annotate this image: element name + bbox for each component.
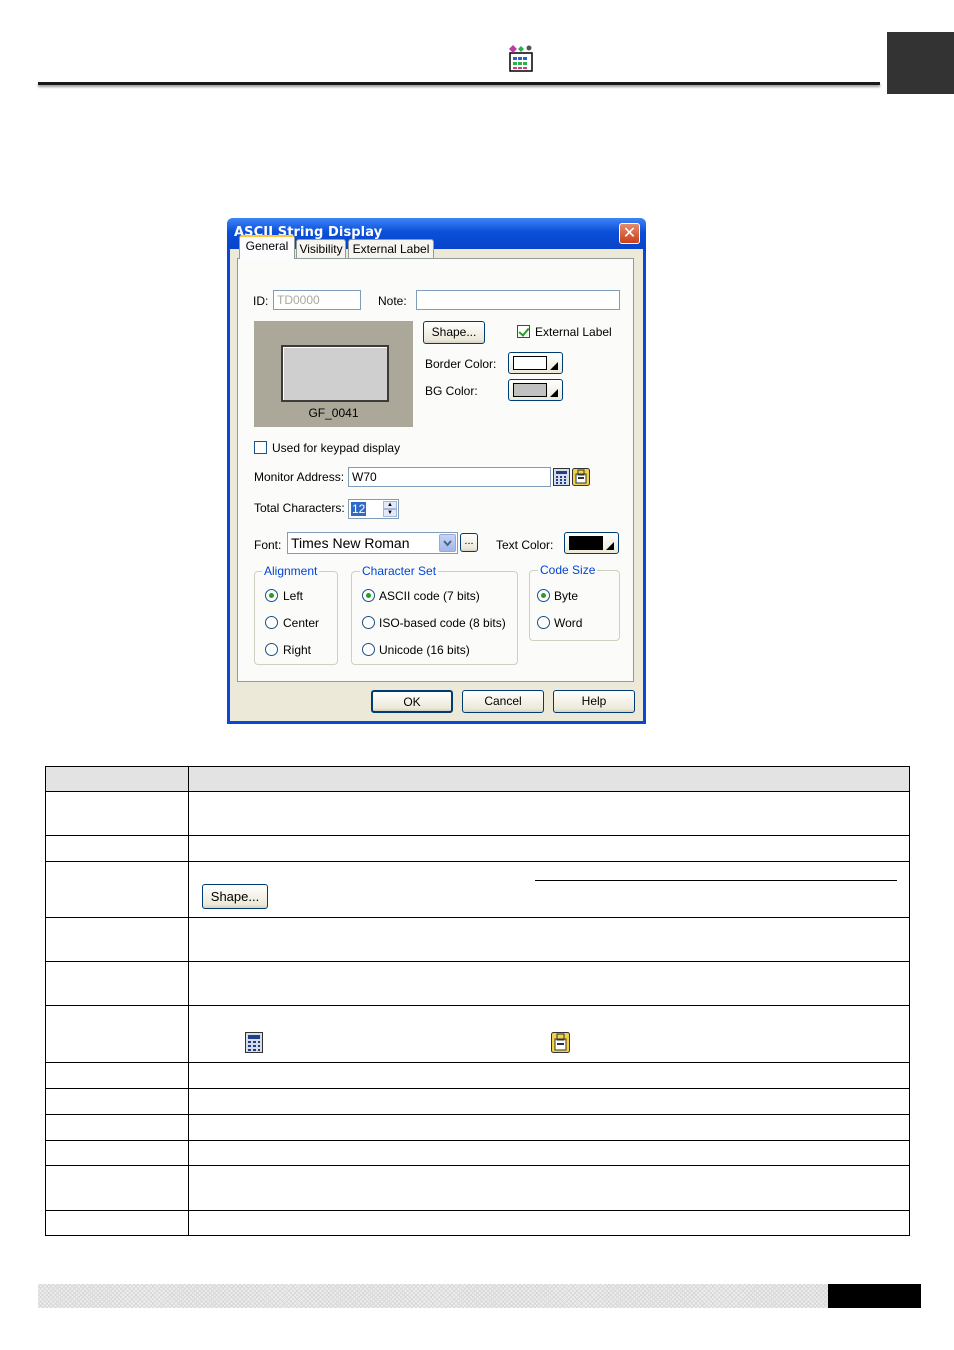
alignment-left-label: Left <box>283 589 304 603</box>
border-color-swatch <box>513 356 547 370</box>
total-characters-label: Total Characters: <box>254 501 345 515</box>
table-row <box>45 1062 910 1089</box>
id-field[interactable]: TD0000 <box>273 290 361 310</box>
table-row <box>45 1088 910 1115</box>
alignment-left-radio[interactable] <box>265 589 278 602</box>
text-color-label: Text Color: <box>496 538 554 552</box>
table-row <box>45 961 910 1006</box>
tag-lookup-icon[interactable] <box>572 468 590 486</box>
dropdown-arrow-icon <box>550 389 558 397</box>
tab-visibility[interactable]: Visibility <box>296 239 346 258</box>
font-select[interactable]: Times New Roman <box>287 532 458 554</box>
bg-color-label: BG Color: <box>425 384 478 398</box>
table-row <box>45 1114 910 1141</box>
ok-button[interactable]: OK <box>371 690 453 713</box>
alignment-center-radio[interactable] <box>265 616 278 629</box>
footer-band <box>38 1284 828 1308</box>
monitor-address-input[interactable]: W70 <box>348 467 551 487</box>
shape-preview: GF_0041 <box>254 321 413 427</box>
bg-color-picker[interactable] <box>508 379 563 401</box>
alignment-center-label: Center <box>283 616 320 630</box>
spin-up-icon[interactable]: ▲ <box>383 501 397 509</box>
calculator-icon <box>245 1032 263 1053</box>
alignment-group-title: Alignment <box>262 564 320 578</box>
header-rule <box>38 82 880 85</box>
code-size-group <box>529 570 620 641</box>
font-select-value: Times New Roman <box>291 535 410 551</box>
table-row <box>45 835 910 862</box>
table-row: Shape... <box>45 861 910 918</box>
monitor-address-label: Monitor Address: <box>254 470 345 484</box>
calculator-icon[interactable] <box>553 468 570 486</box>
character-set-group-title: Character Set <box>360 564 439 578</box>
link-underline <box>535 880 897 881</box>
external-label-checkbox-label: External Label <box>535 325 612 339</box>
code-size-word-radio[interactable] <box>537 616 550 629</box>
shape-preview-frame <box>281 345 389 402</box>
tab-general[interactable]: General <box>239 235 295 259</box>
bg-color-swatch <box>513 383 547 397</box>
keypad-display-label: Used for keypad display <box>272 441 401 455</box>
alignment-right-label: Right <box>283 643 312 657</box>
code-size-word-label: Word <box>554 616 583 630</box>
charset-iso-label: ISO-based code (8 bits) <box>379 616 506 630</box>
table-row <box>45 1210 910 1236</box>
font-more-button[interactable]: ... <box>460 533 478 552</box>
keypad-display-checkbox[interactable] <box>254 441 267 454</box>
tag-lookup-icon <box>551 1032 570 1053</box>
shape-preview-name: GF_0041 <box>308 406 359 420</box>
text-color-picker[interactable] <box>564 532 619 554</box>
table-row <box>45 1140 910 1166</box>
charset-ascii-radio[interactable] <box>362 589 375 602</box>
font-label: Font: <box>254 538 282 552</box>
table-shape-button: Shape... <box>202 884 268 909</box>
id-label: ID: <box>253 294 269 308</box>
table-row <box>45 917 910 962</box>
properties-description-table: Shape... <box>45 766 910 1236</box>
code-size-group-title: Code Size <box>538 563 598 577</box>
charset-iso-radio[interactable] <box>362 616 375 629</box>
chevron-down-icon[interactable] <box>439 534 456 552</box>
shape-button[interactable]: Shape... <box>423 321 485 344</box>
code-size-byte-label: Byte <box>554 589 579 603</box>
border-color-label: Border Color: <box>425 357 497 371</box>
table-row <box>45 1165 910 1211</box>
table-header-row <box>45 766 910 792</box>
ascii-display-tool-icon <box>509 45 533 72</box>
note-field[interactable] <box>416 290 620 310</box>
chapter-tab-block <box>887 32 954 94</box>
cancel-button[interactable]: Cancel <box>462 690 544 713</box>
charset-unicode-label: Unicode (16 bits) <box>379 643 470 657</box>
dropdown-arrow-icon <box>550 362 558 370</box>
text-color-swatch <box>569 536 603 550</box>
spin-down-icon[interactable]: ▼ <box>383 509 397 517</box>
charset-ascii-label: ASCII code (7 bits) <box>379 589 480 603</box>
table-row <box>45 791 910 836</box>
help-button[interactable]: Help <box>553 690 635 713</box>
table-row <box>45 1005 910 1063</box>
close-icon[interactable]: ✕ <box>619 223 640 244</box>
total-characters-spinner[interactable]: 12 ▲ ▼ <box>348 499 399 519</box>
dropdown-arrow-icon <box>606 542 614 550</box>
tab-external-label[interactable]: External Label <box>348 239 434 258</box>
code-size-byte-radio[interactable] <box>537 589 550 602</box>
border-color-picker[interactable] <box>508 352 563 374</box>
charset-unicode-radio[interactable] <box>362 643 375 656</box>
total-characters-value: 12 <box>351 502 367 516</box>
note-label: Note: <box>378 294 407 308</box>
footer-page-block <box>828 1284 921 1308</box>
external-label-checkbox[interactable] <box>517 325 530 338</box>
alignment-right-radio[interactable] <box>265 643 278 656</box>
